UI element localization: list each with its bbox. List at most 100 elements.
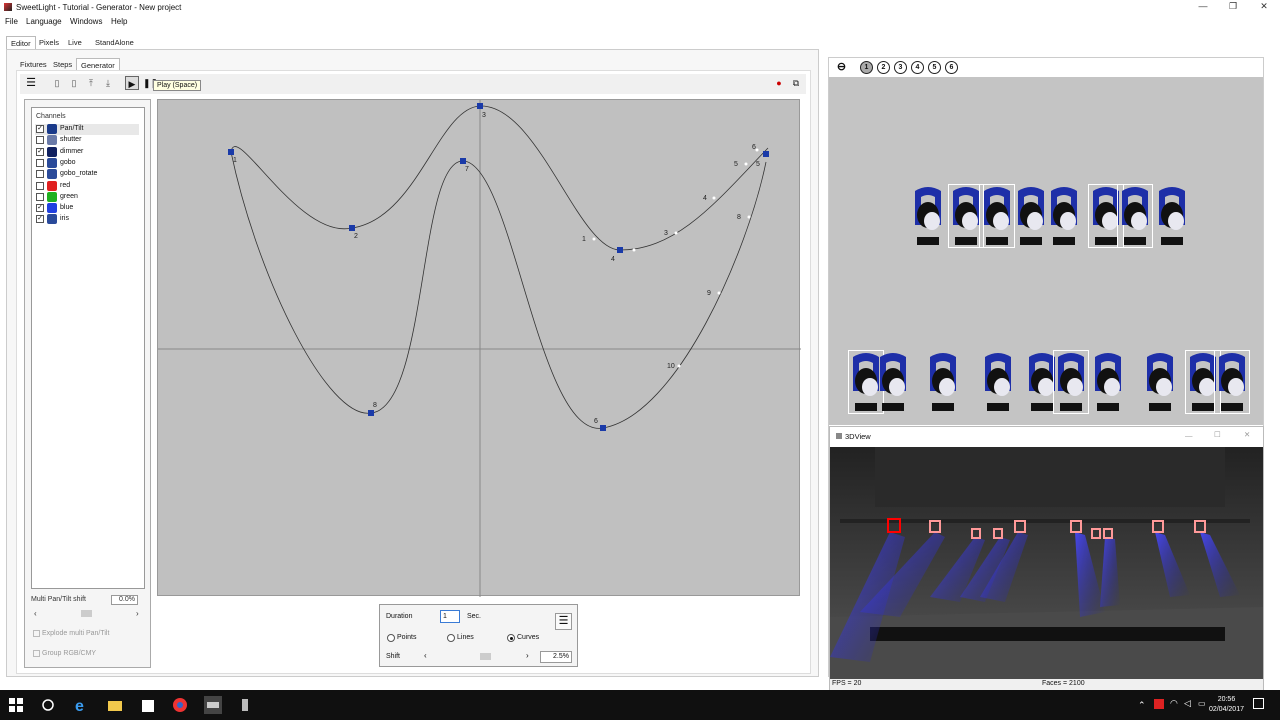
curve-point[interactable]	[460, 158, 466, 164]
tab-live[interactable]: Live	[64, 36, 86, 49]
channel-row[interactable]: shutter	[35, 135, 139, 146]
close-button[interactable]: ✕	[1252, 1, 1276, 14]
channel-row[interactable]: gobo_rotate	[35, 169, 139, 180]
chrome-icon[interactable]	[171, 696, 189, 714]
view3d-close-button[interactable]: ✕	[1244, 430, 1250, 439]
moving-head-fixture-icon[interactable]	[876, 351, 910, 413]
zoom-out-icon[interactable]: ⊖	[835, 61, 848, 74]
new-file-icon[interactable]: ▯	[50, 76, 64, 90]
moving-head-fixture-icon[interactable]	[1143, 351, 1177, 413]
channel-checkbox[interactable]	[36, 192, 44, 201]
group-rgb-checkbox[interactable]	[33, 650, 40, 657]
layout-2-button[interactable]: 2	[877, 61, 890, 74]
layout-6-button[interactable]: 6	[945, 61, 958, 74]
shift-left-arrow-icon[interactable]: ‹	[424, 651, 427, 660]
channel-row[interactable]: green	[35, 191, 139, 203]
menu-windows[interactable]: Windows	[70, 17, 102, 26]
keyboard-icon[interactable]: ▭	[1198, 699, 1206, 708]
channel-row[interactable]: red	[35, 180, 139, 192]
view3d-maximize-button[interactable]: ☐	[1214, 430, 1221, 439]
hamburger-menu-icon[interactable]: ☰	[24, 76, 38, 90]
curves-radio[interactable]	[507, 634, 515, 642]
moving-head-fixture-icon[interactable]	[979, 184, 1015, 248]
edge-browser-icon[interactable]: e	[73, 696, 91, 715]
tab-pixels[interactable]: Pixels	[35, 36, 63, 49]
slider-right-arrow-icon[interactable]: ›	[136, 609, 139, 618]
import-icon[interactable]: ⤓	[101, 76, 115, 90]
explode-checkbox[interactable]	[33, 630, 40, 637]
moving-head-fixture-icon[interactable]	[1091, 351, 1125, 413]
channel-checkbox[interactable]: ✓	[36, 125, 44, 133]
channel-checkbox[interactable]: ✓	[36, 215, 44, 224]
layout-1-button[interactable]: 1	[860, 61, 873, 74]
moving-head-fixture-icon[interactable]	[981, 351, 1015, 413]
light-fixture-app-icon[interactable]	[236, 696, 254, 714]
play-button[interactable]: ▶	[125, 76, 139, 90]
channel-checkbox[interactable]	[36, 158, 44, 167]
copy-icon[interactable]: ⧉	[789, 76, 803, 90]
channel-row[interactable]: ✓ dimmer	[35, 146, 139, 158]
moving-head-fixture-icon[interactable]	[911, 185, 945, 247]
moving-head-fixture-icon[interactable]	[1053, 350, 1089, 414]
channel-checkbox[interactable]	[36, 136, 44, 145]
menu-language[interactable]: Language	[26, 17, 62, 26]
layout-3-button[interactable]: 3	[894, 61, 907, 74]
curve-canvas[interactable]: 1 2 3 4 5 6 7 8 1 3 4 5 6 8 9 10	[157, 99, 801, 597]
channel-row[interactable]: ✓ Pan/Tilt	[35, 124, 139, 135]
curve-point[interactable]	[368, 410, 374, 416]
curve-point[interactable]	[477, 103, 483, 109]
file-explorer-icon[interactable]	[106, 696, 124, 714]
duration-input[interactable]: 1	[440, 610, 460, 623]
view3d-scene[interactable]	[830, 447, 1263, 679]
tab-editor[interactable]: Editor	[6, 36, 36, 49]
notifications-icon[interactable]	[1253, 698, 1264, 709]
windows-start-icon[interactable]	[7, 696, 25, 714]
lines-radio[interactable]	[447, 634, 455, 642]
curve-svg[interactable]: 1 2 3 4 5 6 7 8 1 3 4 5 6 8 9 10	[158, 100, 801, 597]
curve-point[interactable]	[600, 425, 606, 431]
curve-point[interactable]	[617, 247, 623, 253]
slider-thumb[interactable]	[81, 610, 92, 617]
moving-head-fixture-icon[interactable]	[1117, 184, 1153, 248]
shift-value[interactable]: 2.5%	[540, 651, 572, 663]
channel-checkbox[interactable]: ✓	[36, 204, 44, 213]
multi-pan-tilt-shift-value[interactable]: 0.0%	[111, 595, 138, 605]
points-radio[interactable]	[387, 634, 395, 642]
layout-4-button[interactable]: 4	[911, 61, 924, 74]
moving-head-fixture-icon[interactable]	[948, 184, 984, 248]
moving-head-fixture-icon[interactable]	[1014, 185, 1048, 247]
minimize-button[interactable]: —	[1191, 1, 1215, 14]
tab-standalone[interactable]: StandAlone	[91, 36, 138, 49]
volume-icon[interactable]: ◁	[1184, 698, 1191, 709]
layout-5-button[interactable]: 5	[928, 61, 941, 74]
store-icon[interactable]	[139, 696, 157, 714]
channel-row[interactable]: ✓ iris	[35, 214, 139, 225]
export-icon[interactable]: ⤒	[84, 76, 98, 90]
moving-head-fixture-icon[interactable]	[926, 351, 960, 413]
menu-file[interactable]: File	[5, 17, 18, 26]
moving-head-fixture-icon[interactable]	[1047, 185, 1081, 247]
channel-row[interactable]: gobo	[35, 157, 139, 169]
curve-point[interactable]	[228, 149, 234, 155]
shift-right-arrow-icon[interactable]: ›	[526, 651, 529, 660]
multi-shift-slider[interactable]: ‹ ›	[31, 609, 143, 618]
clock[interactable]: 20:56 02/04/2017	[1209, 695, 1244, 715]
shift-slider-thumb[interactable]	[480, 653, 491, 660]
moving-head-fixture-icon[interactable]	[1214, 350, 1250, 414]
channel-checkbox[interactable]	[36, 170, 44, 179]
slider-left-arrow-icon[interactable]: ‹	[34, 609, 37, 618]
curve-point[interactable]	[763, 151, 769, 157]
record-icon[interactable]: ●	[772, 76, 786, 90]
channel-row[interactable]: ✓ blue	[35, 203, 139, 214]
open-file-icon[interactable]: ▯	[67, 76, 81, 90]
wifi-icon[interactable]: ◠	[1170, 698, 1178, 709]
moving-head-fixture-icon[interactable]	[1155, 185, 1189, 247]
chevron-up-icon[interactable]: ⌃	[1138, 700, 1146, 711]
search-icon[interactable]	[39, 696, 57, 714]
menu-icon[interactable]: ☰	[555, 613, 572, 630]
menu-help[interactable]: Help	[111, 17, 127, 26]
channel-checkbox[interactable]	[36, 181, 44, 190]
sweetlight-app-icon[interactable]	[204, 696, 222, 714]
view3d-minimize-button[interactable]: —	[1185, 431, 1193, 440]
channel-checkbox[interactable]: ✓	[36, 147, 44, 156]
